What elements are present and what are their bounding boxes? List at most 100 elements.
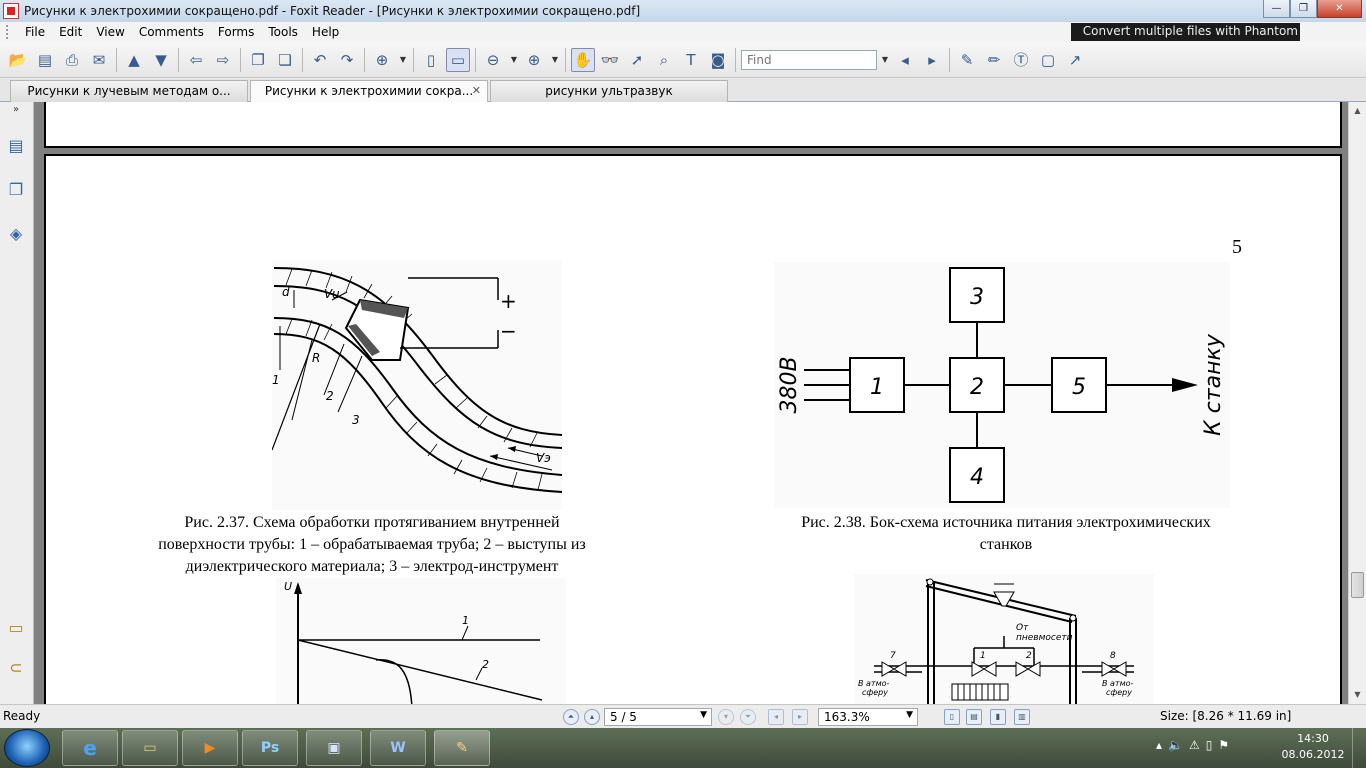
bookmarks-icon[interactable]: ▤ — [7, 136, 25, 158]
tray-expand-icon[interactable]: ▴ — [1156, 738, 1162, 752]
vertical-scrollbar[interactable]: ▲ ▼ — [1348, 102, 1366, 704]
attachments-icon[interactable]: ⊂ — [7, 658, 25, 680]
menu-forms[interactable]: Forms — [211, 25, 261, 39]
zoom-in-icon[interactable]: ⊕ — [522, 48, 546, 72]
back-view-icon[interactable]: ◂ — [768, 709, 784, 725]
find-next-icon[interactable]: ▸ — [920, 48, 944, 72]
copy-doc-icon[interactable]: ❐ — [246, 48, 270, 72]
fit-width-icon[interactable]: ▭ — [446, 47, 470, 72]
continuous-facing-view-icon[interactable]: ▥ — [1014, 709, 1030, 725]
maximize-button[interactable]: ❐ — [1290, 0, 1317, 18]
volume-icon[interactable]: 🔈 — [1168, 738, 1183, 752]
page-down-icon[interactable]: ▼ — [149, 48, 173, 72]
menu-file[interactable]: File — [18, 25, 52, 39]
minimize-button[interactable]: — — [1263, 0, 1290, 18]
page-up-icon[interactable]: ▲ — [122, 48, 146, 72]
email-icon[interactable]: ✉ — [87, 48, 111, 72]
menu-help[interactable]: Help — [305, 25, 346, 39]
first-page-icon[interactable]: ⏶ — [563, 709, 579, 725]
document-view[interactable]: 5 + − d Vu R 1 2 3 Vэ Рис. 2.37. Схема о… — [34, 102, 1348, 704]
paste-doc-icon[interactable]: ❏ — [273, 48, 297, 72]
foxit-app-icon[interactable] — [3, 3, 19, 19]
facing-view-icon[interactable]: ▮ — [990, 709, 1006, 725]
scroll-up-icon[interactable]: ▲ — [1349, 102, 1366, 119]
arrow-tool-icon[interactable]: ↗ — [1063, 48, 1087, 72]
glasses-icon[interactable]: 👓 — [598, 48, 622, 72]
word-icon[interactable]: W — [370, 730, 426, 766]
flag-icon[interactable]: ⚑ — [1218, 738, 1229, 752]
expand-panel-icon[interactable]: » — [7, 104, 25, 126]
toolbar-separator — [178, 47, 179, 72]
scroll-thumb[interactable] — [1351, 572, 1364, 598]
caption-line: станков — [979, 536, 1033, 553]
layers-icon[interactable]: ◈ — [7, 224, 25, 246]
file-explorer-icon[interactable]: ▭ — [122, 730, 178, 766]
find-input[interactable] — [741, 49, 877, 70]
page-number-field[interactable]: 5 / 5 ▼ — [604, 708, 712, 726]
foxit-reader-taskbar-icon[interactable]: ✎ — [434, 730, 490, 766]
close-button[interactable]: ✕ — [1317, 0, 1362, 18]
zoom-icon[interactable]: ⊕ — [370, 48, 394, 72]
comments-icon[interactable]: ▭ — [7, 618, 25, 640]
forward-view-icon[interactable]: ▸ — [792, 709, 808, 725]
toolbar-separator — [302, 47, 303, 72]
last-page-icon[interactable]: ⏷ — [740, 709, 756, 725]
snapshot-icon[interactable]: ◙ — [706, 48, 730, 72]
photoshop-label: Ps — [260, 740, 280, 756]
pages-icon[interactable]: ❐ — [7, 180, 25, 202]
hand-tool-icon[interactable]: ✋ — [571, 47, 595, 72]
document-tabs: Рисунки к лучевым методам о... Рисунки к… — [0, 78, 1366, 103]
pencil-icon[interactable]: ✏ — [982, 48, 1006, 72]
tab-close-icon[interactable]: ✕ — [472, 84, 481, 97]
back-icon[interactable]: ⇦ — [184, 48, 208, 72]
fit-page-icon[interactable]: ▯ — [419, 48, 443, 72]
typewriter-icon[interactable]: ✎ — [955, 48, 979, 72]
previous-page-icon[interactable]: ▴ — [584, 709, 600, 725]
undo-icon[interactable]: ↶ — [308, 48, 332, 72]
page-dropdown-icon[interactable]: ▼ — [700, 710, 707, 720]
media-player-icon[interactable]: ▶ — [182, 730, 238, 766]
open-folder-icon[interactable]: 📂 — [6, 48, 30, 72]
single-page-view-icon[interactable]: ▯ — [944, 709, 960, 725]
atmosphere-label-right-2: сферу — [1106, 688, 1132, 697]
zoom-out-dropdown-icon[interactable]: ▼ — [508, 48, 520, 72]
find-dropdown-icon[interactable]: ▼ — [879, 48, 891, 72]
menu-comments[interactable]: Comments — [132, 25, 211, 39]
start-button[interactable] — [4, 729, 50, 767]
zoom-in-dropdown-icon[interactable]: ▼ — [549, 48, 561, 72]
scroll-down-icon[interactable]: ▼ — [1349, 686, 1366, 703]
note-icon[interactable]: ▢ — [1036, 48, 1060, 72]
menu-edit[interactable]: Edit — [52, 25, 89, 39]
redo-icon[interactable]: ↷ — [335, 48, 359, 72]
select-arrow-icon[interactable]: ➚ — [625, 48, 649, 72]
find-previous-icon[interactable]: ◂ — [893, 48, 917, 72]
save-disk-icon[interactable]: ▣ — [306, 730, 362, 766]
zoom-dropdown-icon[interactable]: ▼ — [397, 48, 409, 72]
print-icon[interactable]: ⎙ — [60, 48, 84, 72]
photoshop-icon[interactable]: Ps — [242, 730, 298, 766]
tab-label: Рисунки к лучевым методам о... — [27, 84, 231, 98]
menu-view[interactable]: View — [89, 25, 131, 39]
clock[interactable]: 14:30 08.06.2012 — [1278, 731, 1348, 763]
binoculars-icon[interactable]: ⌕ — [652, 48, 676, 72]
zoom-out-icon[interactable]: ⊖ — [481, 48, 505, 72]
continuous-view-icon[interactable]: ▤ — [966, 709, 982, 725]
internet-explorer-icon[interactable]: e — [62, 730, 118, 766]
network-icon[interactable]: ⚠ — [1189, 738, 1200, 752]
next-page-icon[interactable]: ▾ — [718, 709, 734, 725]
zoom-level-dropdown-icon[interactable]: ▼ — [906, 710, 913, 720]
tab-luchevye[interactable]: Рисунки к лучевым методам о... — [10, 80, 248, 102]
device-icon[interactable]: ▯ — [1206, 738, 1213, 752]
tab-elektrokhimiya[interactable]: Рисунки к электрохимии сокра... ✕ — [250, 80, 488, 103]
zoom-level-field[interactable]: 163.3% ▼ — [818, 708, 918, 726]
tab-ultrazvuk[interactable]: рисунки ультразвук — [490, 80, 728, 102]
show-desktop-button[interactable] — [1352, 728, 1366, 768]
save-icon[interactable]: ▤ — [33, 48, 57, 72]
windows-taskbar: e ▭ ▶ Ps ▣ W ✎ ▴ 🔈 ⚠ ▯ ⚑ 14:30 08.06.201… — [0, 728, 1366, 768]
select-text-icon[interactable]: T — [679, 48, 703, 72]
menu-tools[interactable]: Tools — [261, 25, 305, 39]
forward-icon[interactable]: ⇨ — [211, 48, 235, 72]
phantom-ad-banner[interactable]: Convert multiple files with Phantom — [1070, 23, 1300, 41]
text-box-icon[interactable]: Ⓣ — [1009, 48, 1033, 72]
ve-label: Vэ — [536, 451, 551, 465]
